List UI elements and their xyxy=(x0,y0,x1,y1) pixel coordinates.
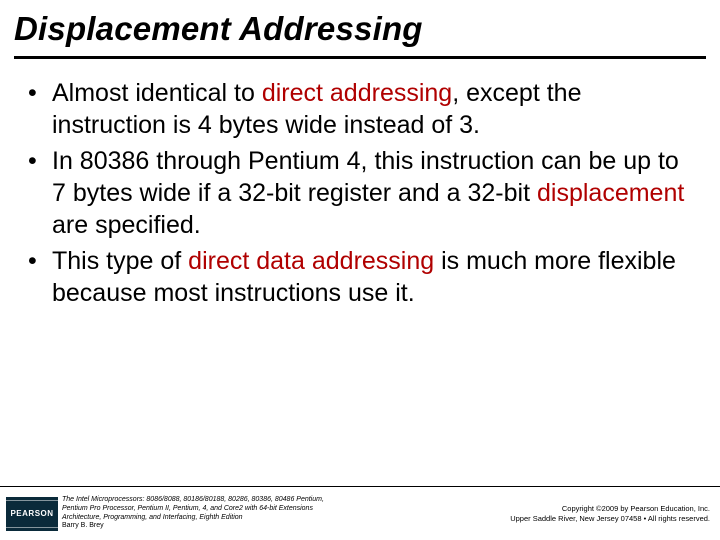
text: Almost identical to xyxy=(52,79,262,107)
bullet-item: In 80386 through Pentium 4, this instruc… xyxy=(24,145,696,241)
text: are specified. xyxy=(52,211,201,239)
pearson-logo: PEARSON xyxy=(6,497,58,531)
slide-body: Almost identical to direct addressing, e… xyxy=(0,59,720,309)
copyright: Copyright ©2009 by Pearson Education, In… xyxy=(510,504,710,524)
highlight: displacement xyxy=(537,179,684,207)
text: This type of xyxy=(52,247,188,275)
highlight: direct addressing xyxy=(262,79,452,107)
book-line: The Intel Microprocessors: 8086/8088, 80… xyxy=(62,496,324,505)
bullet-item: This type of direct data addressing is m… xyxy=(24,245,696,309)
slide-title: Displacement Addressing xyxy=(0,0,720,54)
slide: Displacement Addressing Almost identical… xyxy=(0,0,720,540)
publisher-block: PEARSON The Intel Microprocessors: 8086/… xyxy=(0,487,324,540)
author-line: Barry B. Brey xyxy=(62,522,324,531)
book-line: Architecture, Programming, and Interfaci… xyxy=(62,514,324,523)
copyright-line: Upper Saddle River, New Jersey 07458 • A… xyxy=(510,514,710,524)
book-citation: The Intel Microprocessors: 8086/8088, 80… xyxy=(62,496,324,531)
bullet-item: Almost identical to direct addressing, e… xyxy=(24,77,696,141)
footer: PEARSON The Intel Microprocessors: 8086/… xyxy=(0,486,720,540)
book-line: Pentium Pro Processor, Pentium II, Penti… xyxy=(62,505,324,514)
highlight: direct data addressing xyxy=(188,247,434,275)
copyright-line: Copyright ©2009 by Pearson Education, In… xyxy=(510,504,710,514)
bullet-list: Almost identical to direct addressing, e… xyxy=(24,77,696,309)
